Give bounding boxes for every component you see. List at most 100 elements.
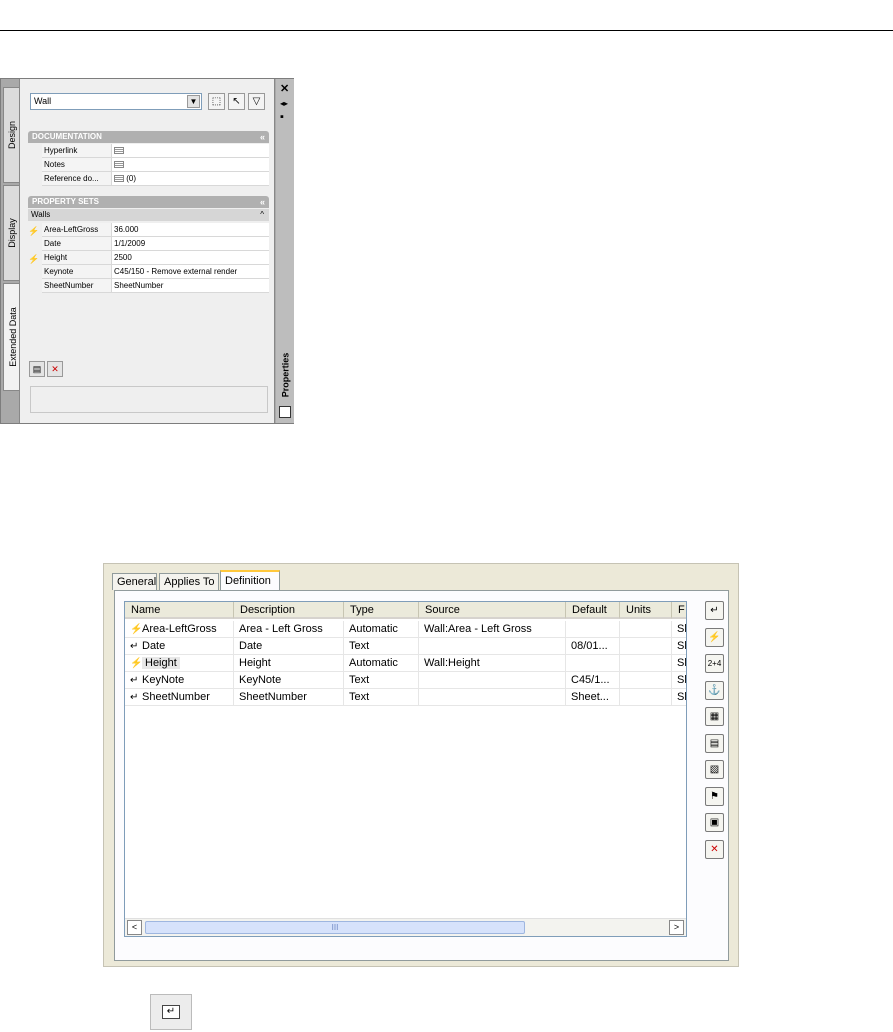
cell-source — [419, 638, 566, 655]
style-combo-value: Wall — [34, 96, 52, 106]
column-header-description[interactable]: Description — [234, 602, 344, 619]
remove-property-sets-button[interactable]: ✕ — [47, 361, 63, 377]
cell-text: Text — [349, 640, 370, 652]
tab-applies-to[interactable]: Applies To — [159, 573, 219, 590]
add-formula-property-button[interactable]: 2+4 — [705, 654, 724, 673]
cell-source: Wall:Height — [419, 655, 566, 672]
scroll-left-icon[interactable]: < — [127, 920, 142, 935]
property-row-notes[interactable]: Notes — [28, 158, 269, 172]
property-name: Area-LeftGross — [42, 223, 112, 237]
cell-text: Date — [239, 640, 263, 652]
cell-text: Automatic — [349, 657, 398, 669]
property-value: 36.000 — [112, 223, 269, 237]
add-location-property-button[interactable]: ▦ — [705, 707, 724, 726]
property-value[interactable] — [112, 144, 269, 158]
property-row-area-leftgross[interactable]: ⚡ Area-LeftGross 36.000 — [28, 223, 269, 237]
palette-body: Wall ▼ ⬚ ↖ ▽ DOCUMENTATION « Hyperlink N… — [19, 79, 275, 423]
cell-f: Sl — [672, 638, 686, 655]
column-header-format[interactable]: F — [672, 602, 686, 619]
property-sets-title: PROPERTY SETS — [32, 197, 99, 206]
cell-text: Date — [142, 640, 166, 652]
property-row-date[interactable]: Date 1/1/2009 — [28, 237, 269, 251]
property-row-height[interactable]: ⚡ Height 2500 — [28, 251, 269, 265]
cell-text: Text — [349, 691, 370, 703]
add-automatic-property-button[interactable]: ⚡ — [705, 627, 724, 647]
property-name: Height — [42, 251, 112, 265]
tab-display-label: Display — [6, 218, 17, 248]
palette-options-icon[interactable] — [279, 406, 291, 418]
cell-units — [620, 689, 672, 706]
quick-select-button[interactable]: ↖ — [228, 93, 245, 110]
cell-type: Text — [344, 672, 419, 689]
property-name: Hyperlink — [42, 144, 112, 158]
tab-display[interactable]: Display — [3, 185, 19, 281]
cell-f: Sl — [672, 672, 686, 689]
add-manual-property-button[interactable]: ↵ — [705, 601, 724, 620]
property-value[interactable]: (0) — [112, 172, 269, 186]
cell-text: KeyNote — [239, 674, 282, 686]
add-graphic-property-button[interactable]: ▣ — [705, 813, 724, 832]
cell-f: Sl — [672, 621, 687, 638]
scroll-grip: III — [331, 923, 339, 932]
tab-general[interactable]: General — [112, 573, 157, 590]
property-row-hyperlink[interactable]: Hyperlink — [28, 144, 269, 158]
cell-f: Sl — [672, 655, 686, 672]
cell-type: Text — [344, 689, 419, 706]
property-value[interactable] — [112, 158, 269, 172]
property-name: Notes — [42, 158, 112, 172]
tab-design[interactable]: Design — [3, 87, 19, 183]
add-project-property-button[interactable]: ⚑ — [705, 786, 724, 806]
worksheet-icon[interactable] — [114, 147, 124, 155]
chevron-up-icon[interactable]: ^ — [260, 209, 264, 221]
cell-units — [620, 638, 672, 655]
auto-hide-icon[interactable]: ◂▸ — [280, 98, 288, 109]
property-value[interactable]: 1/1/2009 — [112, 237, 269, 251]
properties-menu-icon[interactable]: ▪ — [280, 112, 284, 123]
tab-extended-data-label: Extended Data — [7, 307, 18, 367]
property-definitions-list[interactable]: Name Description Type Source Default Uni… — [124, 601, 687, 937]
cell-default: Sheet... — [566, 689, 620, 706]
property-row-reference-documents[interactable]: Reference do... (0) — [28, 172, 269, 186]
close-icon[interactable]: ✕ — [280, 84, 289, 95]
column-header-default[interactable]: Default — [566, 602, 620, 619]
property-row-keynote[interactable]: Keynote C45/150 - Remove external render — [28, 265, 269, 279]
column-header-units[interactable]: Units — [620, 602, 672, 619]
cell-text: Automatic — [349, 623, 398, 635]
cell-text: Height — [142, 657, 180, 669]
add-classification-property-button[interactable]: ▤ — [705, 733, 724, 753]
style-combo[interactable]: Wall ▼ — [30, 93, 202, 110]
column-header-type[interactable]: Type — [344, 602, 419, 619]
filter-button[interactable]: ▽ — [248, 93, 265, 110]
tab-definition[interactable]: Definition — [220, 570, 280, 591]
property-sets-section-header[interactable]: PROPERTY SETS « — [28, 196, 269, 208]
horizontal-scrollbar[interactable]: < III > — [125, 918, 686, 936]
column-header-source[interactable]: Source — [419, 602, 566, 619]
property-value[interactable]: C45/150 - Remove external render — [112, 265, 269, 279]
chevron-down-icon[interactable]: ▼ — [187, 95, 200, 108]
cell-text: Area - Left Gross — [239, 623, 323, 635]
scroll-right-icon[interactable]: > — [669, 920, 684, 935]
remove-property-button[interactable]: ✕ — [705, 839, 724, 859]
select-objects-button[interactable]: ⬚ — [208, 93, 225, 110]
property-row-sheetnumber[interactable]: SheetNumber SheetNumber — [28, 279, 269, 293]
add-material-property-button[interactable]: ▧ — [705, 760, 724, 779]
column-header-name[interactable]: Name — [125, 602, 234, 619]
worksheet-icon[interactable] — [114, 161, 124, 169]
add-manual-property-icon: ↵ — [710, 605, 719, 616]
property-set-walls-header[interactable]: Walls ^ — [28, 209, 269, 221]
manual-property-icon: ↵ — [130, 692, 139, 703]
cell-text: Sl — [677, 623, 687, 635]
cell-text: Sheet... — [571, 691, 609, 703]
property-value[interactable]: SheetNumber — [112, 279, 269, 293]
scroll-thumb[interactable]: III — [145, 921, 525, 934]
collapse-icon[interactable]: « — [260, 196, 265, 208]
worksheet-icon[interactable] — [114, 175, 124, 183]
cell-units — [620, 621, 672, 638]
cell-name: ↵ KeyNote — [125, 672, 234, 689]
property-name: Reference do... — [42, 172, 112, 186]
add-anchor-property-button[interactable]: ⚓ — [705, 680, 724, 700]
documentation-section-header[interactable]: DOCUMENTATION « — [28, 131, 269, 143]
add-manual-property-example-button[interactable]: ↵ — [150, 994, 192, 1030]
add-property-sets-button[interactable]: ▤ — [29, 361, 45, 377]
collapse-icon[interactable]: « — [260, 131, 265, 143]
